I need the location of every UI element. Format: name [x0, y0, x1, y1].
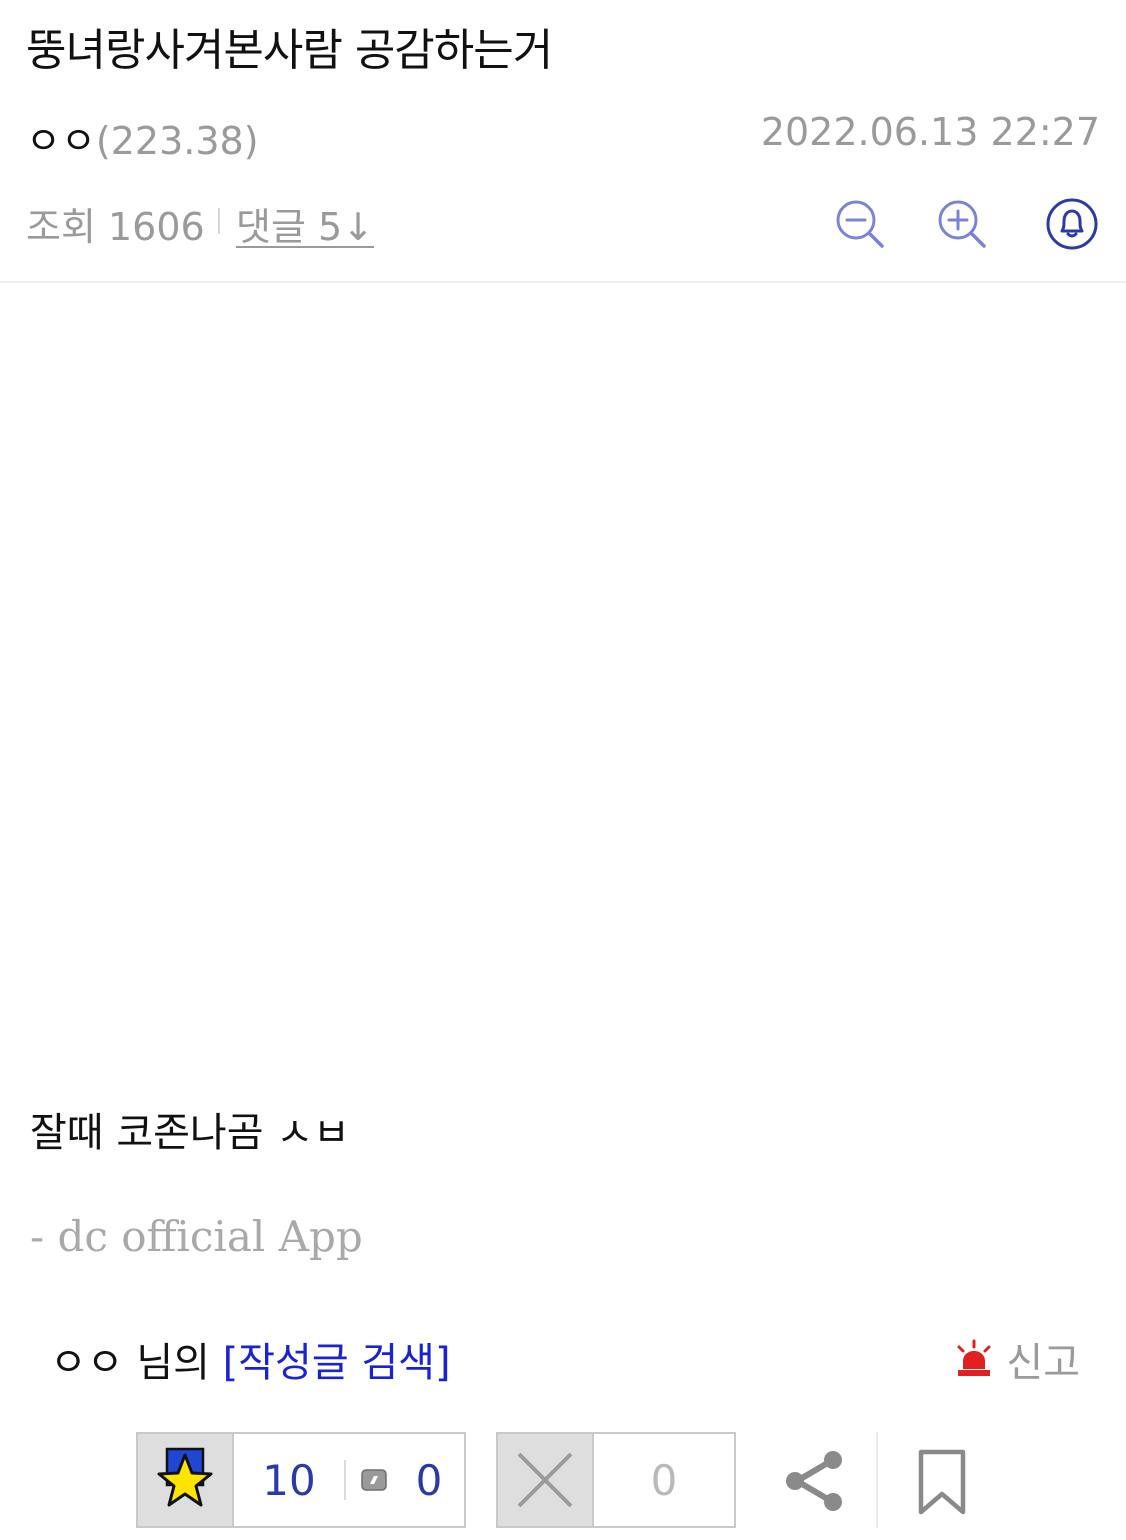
writer-row: ㅇㅇ 님의 [작성글 검색] 신고: [50, 1330, 1080, 1390]
app-signature: - dc official App: [30, 1212, 363, 1261]
bookmark-button[interactable]: [910, 1444, 974, 1520]
fix-recommend-count: 0: [415, 1455, 443, 1505]
siren-icon: [957, 1339, 991, 1376]
author-nick[interactable]: ㅇㅇ: [26, 119, 96, 163]
report-label: 신고: [1006, 1340, 1080, 1386]
downvote-box: 0: [496, 1432, 736, 1528]
post-body: 잘때 코존나곰 ㅅㅂ: [30, 1110, 350, 1156]
recommend-separator: [344, 1460, 346, 1500]
author-row: ㅇㅇ(223.38) 2022.06.13 22:27: [26, 110, 1100, 163]
recommend-count: 10: [262, 1455, 316, 1505]
stats-divider: [218, 208, 220, 234]
writer-nick[interactable]: ㅇㅇ: [50, 1340, 124, 1386]
bookmark-icon: [918, 1449, 966, 1515]
zoom-in-icon: [938, 200, 986, 248]
author-ip: (223.38): [95, 119, 259, 163]
view-count: 조회 1606: [26, 205, 205, 249]
post-date: 2022.06.13 22:27: [760, 110, 1100, 154]
report-button[interactable]: 신고: [954, 1330, 1080, 1388]
notify-button[interactable]: [1044, 196, 1100, 252]
fix-icon: [361, 1469, 387, 1491]
writer-search-link[interactable]: [작성글 검색]: [223, 1340, 451, 1386]
zoom-out-button[interactable]: [832, 196, 888, 252]
recommend-button[interactable]: [138, 1434, 234, 1526]
recommend-box: 10 0: [136, 1432, 466, 1528]
bell-icon: [1046, 198, 1098, 250]
post-title: 뚱녀랑사겨본사람 공감하는거: [26, 25, 553, 76]
author[interactable]: ㅇㅇ(223.38): [26, 110, 259, 165]
share-icon: [786, 1451, 842, 1511]
x-icon: [517, 1452, 573, 1508]
zoom-in-button[interactable]: [934, 196, 990, 252]
share-button[interactable]: [780, 1446, 850, 1516]
stats-row: 조회 1606 댓글 5↓: [26, 196, 1100, 252]
bottom-separator: [876, 1432, 878, 1528]
downvote-button[interactable]: [498, 1434, 594, 1526]
header-divider: [0, 281, 1126, 283]
comment-count-link[interactable]: 댓글 5↓: [236, 196, 374, 251]
writer-suffix: 님의: [123, 1340, 223, 1386]
star-icon: [157, 1447, 213, 1507]
writer-info: ㅇㅇ 님의 [작성글 검색]: [50, 1330, 451, 1388]
downvote-count: 0: [650, 1455, 678, 1505]
zoom-out-icon: [836, 200, 884, 248]
